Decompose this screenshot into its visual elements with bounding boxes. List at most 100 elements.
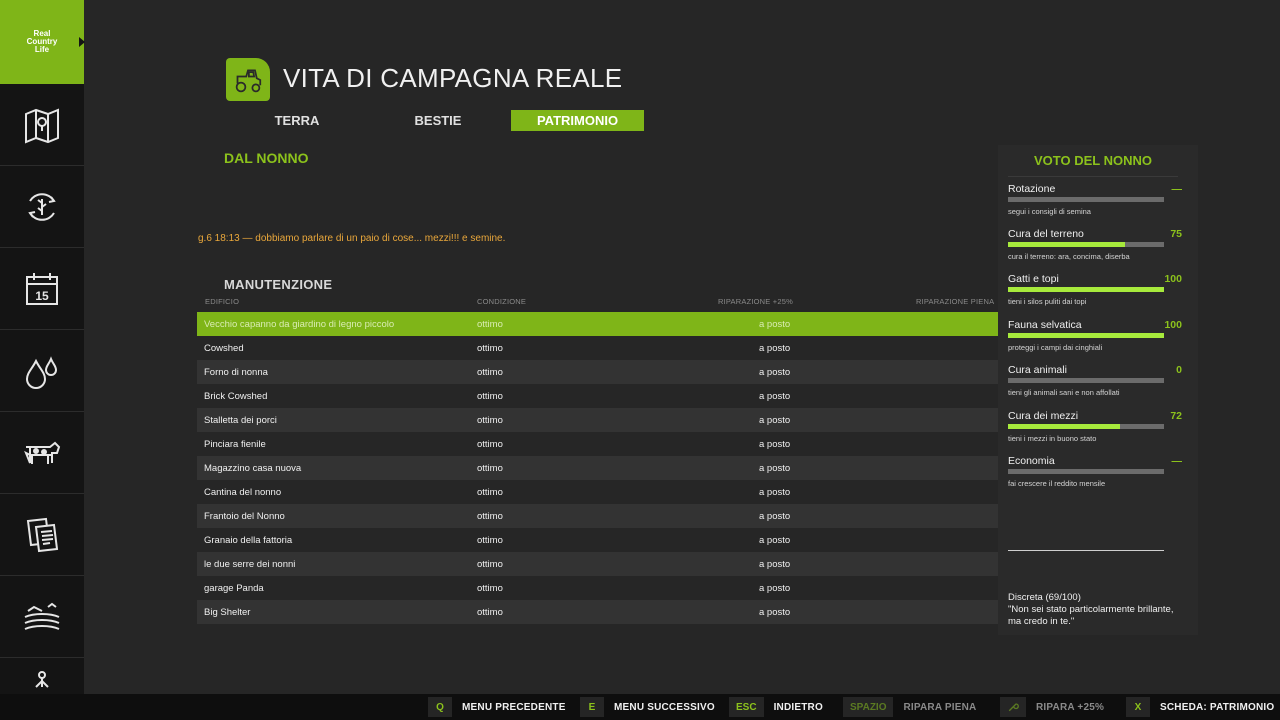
key-x: X xyxy=(1126,697,1150,717)
building-condition: ottimo xyxy=(477,415,503,426)
keybind-ripara-25[interactable]: RIPARA +25% xyxy=(1000,697,1104,717)
divider xyxy=(1008,550,1164,551)
building-name: Frantoio del Nonno xyxy=(204,511,285,522)
sidebar-item-documents[interactable] xyxy=(0,494,84,576)
table-row[interactable]: garage Panda ottimo a posto xyxy=(197,576,998,600)
stat-description: segui i consigli di semina xyxy=(1008,207,1091,216)
building-condition: ottimo xyxy=(477,367,503,378)
stat-bar-fill xyxy=(1008,287,1164,292)
tractor-icon xyxy=(235,69,262,92)
table-row[interactable]: Cantina del nonno ottimo a posto xyxy=(197,480,998,504)
building-name: Magazzino casa nuova xyxy=(204,463,302,474)
keybind-menu-successivo[interactable]: E MENU SUCCESSIVO xyxy=(580,697,715,717)
column-header-full-repair: RIPARAZIONE PIENA xyxy=(916,297,995,306)
tab-terra[interactable]: TERRA xyxy=(230,110,364,131)
stat-bar xyxy=(1008,197,1164,202)
map-icon xyxy=(25,108,59,143)
sidebar-item-water[interactable] xyxy=(0,330,84,412)
building-name: Cowshed xyxy=(204,343,244,354)
stat-name: Economia xyxy=(1008,455,1055,467)
maintenance-table: Vecchio capanno da giardino di legno pic… xyxy=(197,312,998,631)
stat-name: Rotazione xyxy=(1008,183,1056,195)
fields-icon xyxy=(24,602,60,630)
building-condition: ottimo xyxy=(477,559,503,570)
repair-25-status: a posto xyxy=(759,343,791,354)
logo-text: Real Country Life xyxy=(26,29,58,54)
building-condition: ottimo xyxy=(477,391,503,402)
table-row[interactable]: Forno di nonna ottimo a posto xyxy=(197,360,998,384)
building-condition: ottimo xyxy=(477,343,503,354)
repair-25-status: a posto xyxy=(759,511,791,522)
stat-description: proteggi i campi dai cinghiali xyxy=(1008,343,1103,352)
stat-name: Cura animali xyxy=(1008,364,1067,376)
building-condition: ottimo xyxy=(477,511,503,522)
table-row[interactable]: Vecchio capanno da giardino di legno pic… xyxy=(197,312,998,336)
building-condition: ottimo xyxy=(477,583,503,594)
sidebar-item-person[interactable] xyxy=(0,658,84,694)
stat-description: fai crescere il reddito mensile xyxy=(1008,479,1106,488)
stat-name: Cura dei mezzi xyxy=(1008,410,1079,422)
building-name: Cantina del nonno xyxy=(204,487,282,498)
stat-value: 0 xyxy=(1176,364,1182,376)
grandpa-rating-title: VOTO DEL NONNO xyxy=(1034,153,1152,168)
key-q: Q xyxy=(428,697,452,717)
sidebar: Real Country Life 15 xyxy=(0,0,85,694)
keybind-label: MENU PRECEDENTE xyxy=(462,701,566,713)
sidebar-item-animals[interactable] xyxy=(0,412,84,494)
wrench-icon xyxy=(1000,697,1026,717)
stat-bar xyxy=(1008,287,1164,292)
table-row[interactable]: Cowshed ottimo a posto xyxy=(197,336,998,360)
table-row[interactable]: Magazzino casa nuova ottimo a posto xyxy=(197,456,998,480)
building-name: Forno di nonna xyxy=(204,367,268,378)
table-row[interactable]: Big Shelter ottimo a posto xyxy=(197,600,998,624)
table-row[interactable]: Stalletta dei porci ottimo a posto xyxy=(197,408,998,432)
building-name: Granaio della fattoria xyxy=(204,535,293,546)
crop-cycle-icon xyxy=(28,192,56,221)
keybind-indietro[interactable]: ESC INDIETRO xyxy=(729,697,823,717)
repair-25-status: a posto xyxy=(759,583,791,594)
repair-25-status: a posto xyxy=(759,415,791,426)
keybind-label: SCHEDA: PATRIMONIO xyxy=(1160,701,1275,713)
repair-25-status: a posto xyxy=(759,439,791,450)
stat-bar xyxy=(1008,378,1164,383)
column-header-building: EDIFICIO xyxy=(205,297,240,306)
overall-rating-score: Discreta (69/100) xyxy=(1008,592,1081,603)
column-header-condition: CONDIZIONE xyxy=(477,297,527,306)
keybind-ripara-piena[interactable]: SPAZIO RIPARA PIENA xyxy=(843,697,976,717)
building-name: Vecchio capanno da giardino di legno pic… xyxy=(204,319,395,330)
sidebar-item-fields[interactable] xyxy=(0,576,84,658)
cow-icon xyxy=(24,441,61,464)
building-condition: ottimo xyxy=(477,319,503,330)
stat-value: 75 xyxy=(1170,228,1182,240)
stat-bar-fill xyxy=(1008,333,1164,338)
water-drops-icon xyxy=(25,355,58,389)
repair-25-status: a posto xyxy=(759,463,791,474)
sidebar-item-map[interactable] xyxy=(0,84,84,166)
repair-25-status: a posto xyxy=(759,559,791,570)
stat-value: 100 xyxy=(1164,319,1182,331)
stat-value: 72 xyxy=(1170,410,1182,422)
key-e: E xyxy=(580,697,604,717)
table-row[interactable]: Pinciara fienile ottimo a posto xyxy=(197,432,998,456)
table-row[interactable]: Frantoio del Nonno ottimo a posto xyxy=(197,504,998,528)
keybind-menu-precedente[interactable]: Q MENU PRECEDENTE xyxy=(428,697,566,717)
building-name: Pinciara fienile xyxy=(204,439,266,450)
stat-description: cura il terreno: ara, concima, diserba xyxy=(1008,252,1130,261)
stat-description: tieni gli animali sani e non affollati xyxy=(1008,388,1120,397)
table-row[interactable]: Brick Cowshed ottimo a posto xyxy=(197,384,998,408)
keybind-bar: Q MENU PRECEDENTE E MENU SUCCESSIVO ESC … xyxy=(0,694,1280,720)
sidebar-item-crops[interactable] xyxy=(0,166,84,248)
tab-patrimonio[interactable]: PATRIMONIO xyxy=(511,110,644,131)
sidebar-logo[interactable]: Real Country Life xyxy=(0,0,85,84)
table-row[interactable]: Granaio della fattoria ottimo a posto xyxy=(197,528,998,552)
repair-25-status: a posto xyxy=(759,487,791,498)
keybind-scheda[interactable]: X SCHEDA: PATRIMONIO xyxy=(1126,697,1274,717)
stat-description: tieni i mezzi in buono stato xyxy=(1008,434,1097,443)
table-row[interactable]: le due serre dei nonni ottimo a posto xyxy=(197,552,998,576)
building-condition: ottimo xyxy=(477,463,503,474)
header-tractor-badge xyxy=(226,58,270,101)
building-condition: ottimo xyxy=(477,439,503,450)
stat-bar-fill xyxy=(1008,242,1125,247)
tab-bestie[interactable]: BESTIE xyxy=(371,110,505,131)
sidebar-item-calendar[interactable]: 15 xyxy=(0,248,84,330)
